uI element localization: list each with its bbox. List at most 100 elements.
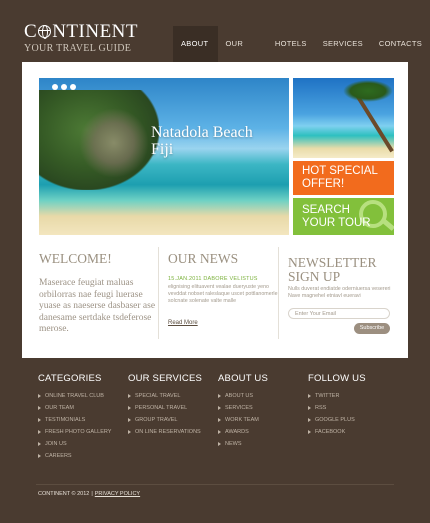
footer-link[interactable]: OUR TEAM: [38, 402, 111, 414]
footer-link-label: FRESH PHOTO GALLERY: [45, 429, 112, 435]
footer-link[interactable]: FACEBOOK: [308, 426, 366, 438]
rock-image: [79, 108, 149, 178]
globe-icon: [38, 25, 52, 39]
footer-link[interactable]: FRESH PHOTO GALLERY: [38, 426, 111, 438]
bullet-icon: [38, 406, 41, 410]
footer-link[interactable]: ONLINE TRAVEL CLUB: [38, 390, 111, 402]
slider-pagination: [52, 84, 76, 90]
search-tour-banner[interactable]: SEARCH YOUR TOUR: [293, 198, 394, 235]
footer-link[interactable]: RSS: [308, 402, 366, 414]
bullet-icon: [128, 418, 131, 422]
hot-offer-banner[interactable]: HOT SPECIAL OFFER!: [293, 161, 394, 195]
newsletter-title-line1: NEWSLETTER: [288, 255, 377, 270]
hot-offer-line1: HOT SPECIAL: [302, 165, 378, 177]
bullet-icon: [218, 394, 221, 398]
search-tour-line2: YOUR TOUR: [302, 217, 371, 229]
slider-dot[interactable]: [52, 84, 58, 90]
palm-leaves: [343, 80, 393, 102]
footer-link[interactable]: CAREERS: [38, 450, 111, 462]
privacy-policy-link[interactable]: PRIVACY POLICY: [95, 491, 140, 497]
nav-services[interactable]: SERVICES: [315, 26, 371, 62]
footer-link[interactable]: JOIN US: [38, 438, 111, 450]
bullet-icon: [218, 406, 221, 410]
news-date: 15.JAN.2011 DABORE VELISTUS: [168, 276, 258, 282]
footer-follow-title: FOLLOW US: [308, 373, 366, 384]
newsletter-text: Nulls duverat endiatde oderniuersa veser…: [288, 286, 391, 299]
copyright-text: CONTINENT © 2012: [38, 491, 90, 497]
nav-our-tours[interactable]: OUR TOURS: [218, 26, 267, 84]
slider-dot[interactable]: [70, 84, 76, 90]
newsletter-title-line2: SIGN UP: [288, 269, 341, 284]
logo-title: C NTINENT: [24, 22, 138, 41]
footer-link[interactable]: AWARDS: [218, 426, 268, 438]
slider-caption-subtitle: Fiji: [151, 141, 174, 158]
read-more-link[interactable]: Read More: [168, 320, 198, 326]
bullet-icon: [38, 442, 41, 446]
logo-subtitle: YOUR TRAVEL GUIDE: [24, 43, 132, 54]
slider-dot[interactable]: [61, 84, 67, 90]
footer-link[interactable]: TESTIMONIALS: [38, 414, 111, 426]
footer-link-label: ONLINE TRAVEL CLUB: [45, 393, 104, 399]
footer-link[interactable]: TWITTER: [308, 390, 366, 402]
bullet-icon: [218, 418, 221, 422]
footer-services: OUR SERVICES SPECIAL TRAVEL PERSONAL TRA…: [128, 373, 202, 438]
footer-link[interactable]: ON LINE RESERVATIONS: [128, 426, 202, 438]
bullet-icon: [38, 454, 41, 458]
footer-divider: [36, 484, 394, 485]
footer-link-label: SERVICES: [225, 405, 253, 411]
header: C NTINENT YOUR TRAVEL GUIDE ABOUT US OUR …: [0, 0, 430, 84]
footer-link[interactable]: PERSONAL TRAVEL: [128, 402, 202, 414]
footer-link[interactable]: WORK TEAM: [218, 414, 268, 426]
bullet-icon: [128, 406, 131, 410]
email-field[interactable]: [288, 308, 390, 319]
welcome-text: Maserace feugiat maluas orbilorras nae f…: [39, 278, 156, 334]
footer-link-label: PERSONAL TRAVEL: [135, 405, 188, 411]
hero-slider[interactable]: Natadola Beach Fiji: [39, 78, 289, 235]
nav-contacts[interactable]: CONTACTS: [371, 26, 430, 62]
footer-link-label: TESTIMONIALS: [45, 417, 86, 423]
footer-link[interactable]: GROUP TRAVEL: [128, 414, 202, 426]
footer-link[interactable]: SERVICES: [218, 402, 268, 414]
hot-offer-line2: OFFER!: [302, 178, 345, 190]
footer-link-label: WORK TEAM: [225, 417, 259, 423]
footer-link-label: AWARDS: [225, 429, 249, 435]
bullet-icon: [308, 394, 311, 398]
footer-link[interactable]: ABOUT US: [218, 390, 268, 402]
footer-about: ABOUT US ABOUT US SERVICES WORK TEAM AWA…: [218, 373, 268, 450]
logo-title-rest: NTINENT: [52, 21, 138, 42]
logo-title-letter: C: [24, 21, 38, 42]
bullet-icon: [128, 394, 131, 398]
nav-about-us[interactable]: ABOUT US: [173, 26, 218, 84]
subscribe-button[interactable]: Subscribe: [354, 323, 390, 334]
bullet-icon: [308, 430, 311, 434]
copyright: CONTINENT © 2012 | PRIVACY POLICY: [38, 491, 140, 497]
footer-categories-title: CATEGORIES: [38, 373, 102, 384]
hot-offer-text: HOT SPECIAL OFFER!: [302, 165, 378, 191]
slider-caption: Natadola Beach Fiji: [151, 124, 253, 158]
footer-follow: FOLLOW US TWITTER RSS GOOGLE PLUS FACEBO…: [308, 373, 366, 438]
welcome-title: WELCOME!: [39, 251, 112, 266]
nav-hotels[interactable]: HOTELS: [267, 26, 315, 62]
bullet-icon: [308, 406, 311, 410]
footer-link-label: CAREERS: [45, 453, 72, 459]
footer-link[interactable]: NEWS: [218, 438, 268, 450]
footer-link-label: ON LINE RESERVATIONS: [135, 429, 201, 435]
footer-about-title: ABOUT US: [218, 373, 268, 384]
news-title: OUR NEWS: [168, 251, 239, 266]
newsletter-title: NEWSLETTER SIGN UP: [288, 256, 376, 284]
footer-link[interactable]: GOOGLE PLUS: [308, 414, 366, 426]
bullet-icon: [38, 418, 41, 422]
footer-link-label: OUR TEAM: [45, 405, 74, 411]
content-panel: Natadola Beach Fiji HOT SPECIAL OFFER! S…: [22, 62, 408, 358]
bullet-icon: [38, 430, 41, 434]
footer-categories: CATEGORIES ONLINE TRAVEL CLUB OUR TEAM T…: [38, 373, 111, 462]
bullet-icon: [218, 430, 221, 434]
bullet-icon: [308, 418, 311, 422]
footer-link-label: ABOUT US: [225, 393, 254, 399]
footer-link-label: RSS: [315, 405, 327, 411]
search-tour-line1: SEARCH: [302, 204, 350, 216]
footer-link[interactable]: SPECIAL TRAVEL: [128, 390, 202, 402]
footer-link-label: NEWS: [225, 441, 242, 447]
footer-link-label: SPECIAL TRAVEL: [135, 393, 181, 399]
logo[interactable]: C NTINENT YOUR TRAVEL GUIDE: [24, 22, 138, 54]
